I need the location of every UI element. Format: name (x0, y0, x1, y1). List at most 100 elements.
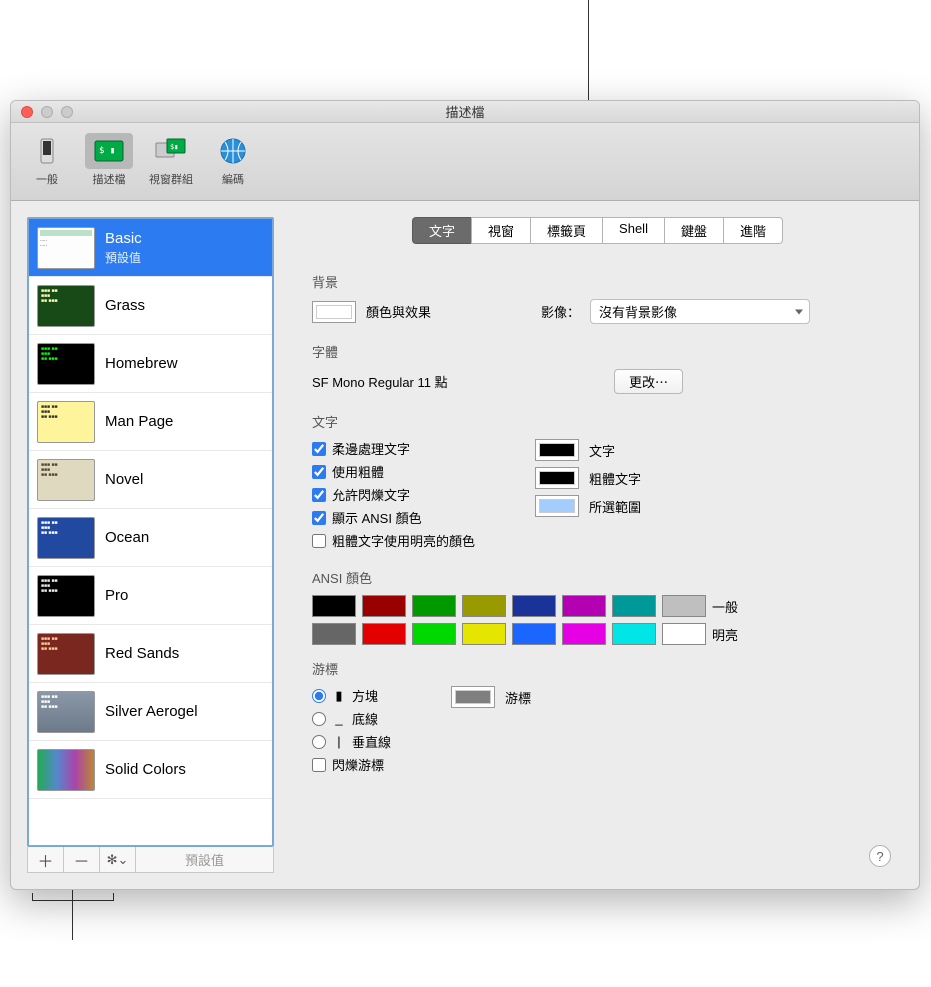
profile-name: Solid Colors (105, 761, 186, 778)
ansi-bright-row: 明亮 (312, 623, 883, 645)
ansi-b3[interactable] (462, 623, 506, 645)
chk-ansi[interactable]: 顯示 ANSI 顏色 (312, 508, 475, 527)
profile-thumb: ■■■ ■■■■■■■ ■■■ (37, 691, 95, 733)
callout-line-footer (32, 900, 114, 901)
radio-block[interactable]: ▮方塊 (312, 686, 391, 705)
tab-text[interactable]: 文字 (412, 217, 471, 244)
profile-silver[interactable]: ■■■ ■■■■■■■ ■■■ Silver Aerogel (29, 683, 272, 741)
main-panel: 文字 視窗 標籤頁 Shell 鍵盤 進階 背景 顏色與效果 影像： 沒有背景影… (292, 217, 903, 873)
toolbar-encodings[interactable]: 編碼 (203, 131, 263, 189)
selection-color-well[interactable] (535, 495, 579, 517)
profile-name: Red Sands (105, 645, 179, 662)
ansi-b6[interactable] (612, 623, 656, 645)
radio-vertical[interactable]: |垂直線 (312, 732, 391, 751)
profile-thumb: .......... (37, 227, 95, 269)
chk-bright-bold[interactable]: 粗體文字使用明亮的顏色 (312, 531, 475, 550)
ansi-b7[interactable] (662, 623, 706, 645)
profile-thumb: ■■■ ■■■■■■■ ■■■ (37, 459, 95, 501)
profile-thumb: ■■■ ■■■■■■■ ■■■ (37, 517, 95, 559)
settings-panel: 背景 顏色與效果 影像： 沒有背景影像 字體 SF Mono Regular 1… (292, 256, 903, 873)
profile-sub: 預設值 (105, 249, 142, 266)
profile-manpage[interactable]: ■■■ ■■■■■■■ ■■■ Man Page (29, 393, 272, 451)
tab-shell[interactable]: Shell (602, 217, 664, 244)
toolbar-profiles-label: 描述檔 (93, 171, 126, 187)
callout-line-top (588, 0, 589, 100)
window-title: 描述檔 (11, 102, 919, 121)
bold-color-well[interactable] (535, 467, 579, 489)
cursor-color-well[interactable] (451, 686, 495, 708)
toolbar-window-groups[interactable]: $▮ 視窗群組 (141, 131, 201, 189)
profile-name: Ocean (105, 529, 149, 546)
profile-name: Basic (105, 230, 142, 247)
ansi-n7[interactable] (662, 595, 706, 617)
toolbar-general[interactable]: 一般 (17, 131, 77, 189)
default-button[interactable]: 預設值 (136, 847, 273, 872)
ansi-n3[interactable] (462, 595, 506, 617)
profile-list[interactable]: .......... Basic 預設值 ■■■ ■■■■■■■ ■■■ Gra… (27, 217, 274, 847)
ansi-bright-label: 明亮 (712, 625, 738, 644)
section-text: 文字 (312, 412, 883, 431)
profile-homebrew[interactable]: ■■■ ■■■■■■■ ■■■ Homebrew (29, 335, 272, 393)
profile-thumb (37, 749, 95, 791)
section-ansi: ANSI 顏色 (312, 568, 883, 587)
ansi-n4[interactable] (512, 595, 556, 617)
svg-text:$ ▮: $ ▮ (99, 146, 115, 156)
ansi-normal-label: 一般 (712, 597, 738, 616)
profile-name: Grass (105, 297, 145, 314)
tab-tabs[interactable]: 標籤頁 (530, 217, 602, 244)
profile-ocean[interactable]: ■■■ ■■■■■■■ ■■■ Ocean (29, 509, 272, 567)
ansi-b4[interactable] (512, 623, 556, 645)
chk-blink[interactable]: 允許閃爍文字 (312, 485, 475, 504)
ansi-b1[interactable] (362, 623, 406, 645)
profile-thumb: ■■■ ■■■■■■■ ■■■ (37, 401, 95, 443)
callout-line-bottom (72, 885, 73, 940)
sidebar: .......... Basic 預設值 ■■■ ■■■■■■■ ■■■ Gra… (27, 217, 274, 873)
svg-text:$▮: $▮ (170, 143, 178, 151)
help-button[interactable]: ? (869, 845, 891, 867)
ansi-n0[interactable] (312, 595, 356, 617)
ansi-n6[interactable] (612, 595, 656, 617)
profile-name: Homebrew (105, 355, 178, 372)
profile-thumb: ■■■ ■■■■■■■ ■■■ (37, 285, 95, 327)
ansi-b0[interactable] (312, 623, 356, 645)
chk-antialias[interactable]: 柔邊處理文字 (312, 439, 475, 458)
profile-redsands[interactable]: ■■■ ■■■■■■■ ■■■ Red Sands (29, 625, 272, 683)
preferences-window: 描述檔 一般 $ ▮ 描述檔 $▮ 視窗群組 編碼 .......... Bas… (10, 100, 920, 890)
text-color-well[interactable] (535, 439, 579, 461)
titlebar: 描述檔 (11, 101, 919, 123)
profile-grass[interactable]: ■■■ ■■■■■■■ ■■■ Grass (29, 277, 272, 335)
profile-thumb: ■■■ ■■■■■■■ ■■■ (37, 343, 95, 385)
background-color-well[interactable] (312, 301, 356, 323)
tab-keyboard[interactable]: 鍵盤 (664, 217, 723, 244)
ansi-n2[interactable] (412, 595, 456, 617)
section-cursor: 游標 (312, 659, 883, 678)
profile-solid[interactable]: Solid Colors (29, 741, 272, 799)
background-color-label: 顏色與效果 (366, 302, 431, 321)
tab-advanced[interactable]: 進階 (723, 217, 783, 244)
ansi-n5[interactable] (562, 595, 606, 617)
ansi-b5[interactable] (562, 623, 606, 645)
chk-bold[interactable]: 使用粗體 (312, 462, 475, 481)
background-image-label: 影像： (541, 302, 580, 321)
remove-profile-button[interactable]: － (64, 847, 100, 872)
background-image-select[interactable]: 沒有背景影像 (590, 299, 810, 324)
section-font: 字體 (312, 342, 883, 361)
ansi-n1[interactable] (362, 595, 406, 617)
profile-actions-menu[interactable]: ✻⌄ (100, 847, 136, 872)
profile-basic[interactable]: .......... Basic 預設值 (29, 219, 272, 277)
ansi-b2[interactable] (412, 623, 456, 645)
toolbar-window-groups-label: 視窗群組 (149, 171, 193, 187)
profile-novel[interactable]: ■■■ ■■■■■■■ ■■■ Novel (29, 451, 272, 509)
add-profile-button[interactable]: ＋ (28, 847, 64, 872)
section-background: 背景 (312, 272, 883, 291)
font-change-button[interactable]: 更改⋯ (614, 369, 683, 394)
toolbar: 一般 $ ▮ 描述檔 $▮ 視窗群組 編碼 (11, 123, 919, 201)
chk-blink-cursor[interactable]: 閃爍游標 (312, 755, 391, 774)
profile-name: Man Page (105, 413, 173, 430)
radio-underline[interactable]: _底線 (312, 709, 391, 728)
profile-pro[interactable]: ■■■ ■■■■■■■ ■■■ Pro (29, 567, 272, 625)
sidebar-footer: ＋ － ✻⌄ 預設值 (27, 847, 274, 873)
toolbar-profiles[interactable]: $ ▮ 描述檔 (79, 131, 139, 189)
tab-window[interactable]: 視窗 (471, 217, 530, 244)
profile-name: Novel (105, 471, 143, 488)
